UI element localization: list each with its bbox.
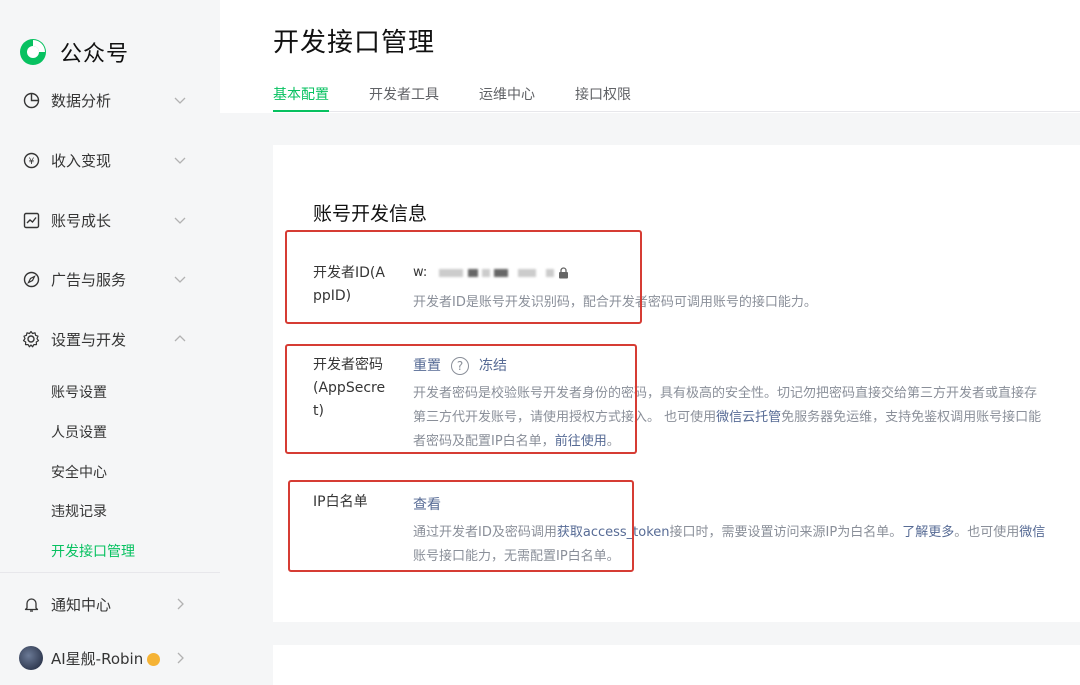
sidebar: 公众号 数据分析 ¥ 收入变现 账号成长 广告与服务 设置与开发 [0, 0, 220, 678]
sidebar-subitem-violation-records[interactable]: 违规记录 [51, 501, 107, 521]
sidebar-item-label: 收入变现 [51, 150, 111, 171]
sidebar-item-monetization[interactable]: ¥ 收入变现 [22, 145, 192, 175]
sidebar-subitem-staff-settings[interactable]: 人员设置 [51, 422, 107, 442]
tab-basic-config[interactable]: 基本配置 [273, 84, 329, 112]
compass-icon [22, 270, 40, 288]
chevron-down-icon [172, 92, 188, 108]
tab-dev-tools[interactable]: 开发者工具 [369, 84, 439, 112]
wechat-link[interactable]: 微信 [1019, 525, 1045, 540]
svg-text:¥: ¥ [28, 157, 34, 167]
highlight-box-appid [285, 230, 642, 324]
avatar [19, 646, 43, 670]
gear-icon [22, 330, 40, 348]
wechat-cloud-hosting-link[interactable]: 微信云托管 [716, 410, 781, 425]
section-title: 账号开发信息 [313, 199, 427, 226]
highlight-box-ip-whitelist [288, 480, 634, 572]
pie-chart-icon [22, 91, 40, 109]
chevron-up-icon [172, 331, 188, 347]
desc-text: 免服务器免运维，支持免鉴权调用账号接口能 [781, 410, 1041, 425]
bell-icon [22, 595, 40, 613]
sidebar-user-profile[interactable]: AI星舰-Robin [22, 643, 192, 673]
app-name: 公众号 [60, 36, 129, 68]
sidebar-subitem-dev-interface[interactable]: 开发接口管理 [51, 541, 135, 561]
yen-icon: ¥ [22, 151, 40, 169]
sidebar-item-label: 广告与服务 [51, 269, 126, 290]
sidebar-item-data-analysis[interactable]: 数据分析 [22, 85, 192, 115]
chevron-right-icon [172, 650, 188, 666]
chevron-down-icon [172, 271, 188, 287]
sidebar-item-settings-dev[interactable]: 设置与开发 [22, 324, 192, 354]
desc-text: 。也可使用 [954, 525, 1019, 540]
sidebar-item-label: 数据分析 [51, 90, 111, 111]
user-name: AI星舰-Robin [51, 648, 143, 669]
sidebar-item-ads-services[interactable]: 广告与服务 [22, 264, 192, 294]
page-title: 开发接口管理 [273, 22, 435, 59]
tab-api-permissions[interactable]: 接口权限 [575, 84, 631, 112]
sidebar-subitem-account-settings[interactable]: 账号设置 [51, 382, 107, 402]
trend-chart-icon [22, 211, 40, 229]
sidebar-item-growth[interactable]: 账号成长 [22, 205, 192, 235]
desc-text: 接口时，需要设置访问来源IP为白名单。 [670, 525, 903, 540]
sidebar-item-label: 设置与开发 [51, 329, 126, 350]
chevron-right-icon [172, 596, 188, 612]
sidebar-item-label: 通知中心 [51, 594, 111, 615]
sidebar-item-label: 账号成长 [51, 210, 111, 231]
app-logo[interactable]: 公众号 [18, 36, 129, 68]
wechat-mp-logo-icon [18, 37, 48, 67]
sidebar-divider [0, 572, 220, 573]
learn-more-link[interactable]: 了解更多 [902, 525, 954, 540]
tab-bar: 基本配置 开发者工具 运维中心 接口权限 [273, 84, 1080, 112]
chevron-down-icon [172, 152, 188, 168]
sidebar-item-notifications[interactable]: 通知中心 [22, 589, 192, 619]
verified-badge-icon [147, 653, 160, 666]
secondary-card [273, 645, 1080, 685]
tab-ops-center[interactable]: 运维中心 [479, 84, 535, 112]
highlight-box-appsecret [285, 344, 637, 454]
sidebar-subitem-security-center[interactable]: 安全中心 [51, 462, 107, 482]
chevron-down-icon [172, 212, 188, 228]
